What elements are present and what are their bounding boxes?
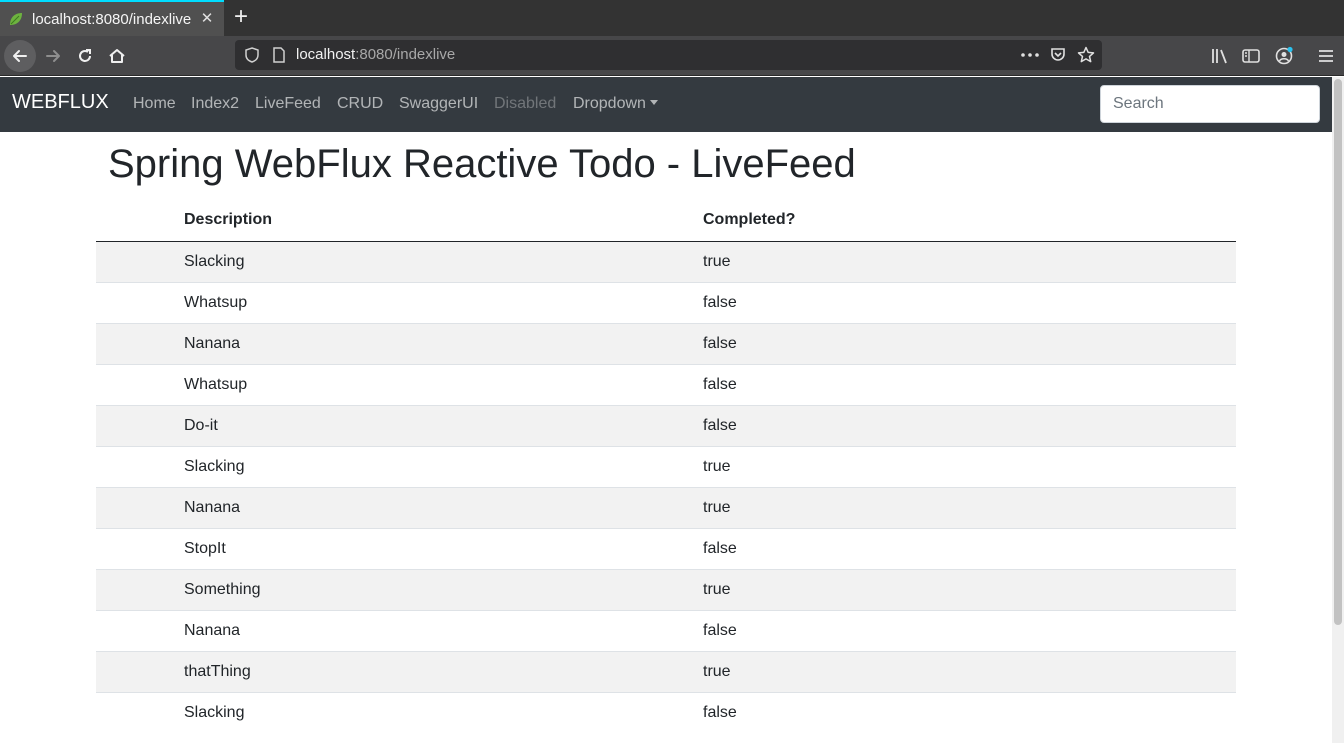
new-tab-icon[interactable]: + bbox=[230, 5, 252, 29]
home-icon[interactable] bbox=[101, 40, 133, 72]
nav-link-home[interactable]: Home bbox=[133, 95, 176, 113]
url-host: localhost bbox=[296, 46, 356, 63]
reload-icon[interactable] bbox=[69, 40, 101, 72]
sidebar-icon[interactable] bbox=[1241, 46, 1261, 66]
table-row: Nanana true bbox=[96, 486, 1236, 528]
table-row: Something true bbox=[96, 568, 1236, 610]
browser-toolbar: localhost:8080/indexlive bbox=[0, 36, 1344, 76]
cell-description: Nanana bbox=[184, 322, 703, 364]
caret-down-icon bbox=[649, 100, 658, 105]
cell-description: Nanana bbox=[184, 486, 703, 528]
cell-completed: false bbox=[703, 404, 1236, 446]
nav-dropdown-label: Dropdown bbox=[573, 95, 646, 112]
cell-description: thatThing bbox=[184, 650, 703, 692]
table-row: Slacking true bbox=[96, 240, 1236, 282]
scrollbar-thumb[interactable] bbox=[1334, 79, 1342, 625]
nav-link-disabled: Disabled bbox=[494, 95, 557, 112]
cell-completed: true bbox=[703, 486, 1236, 528]
forward-icon[interactable] bbox=[37, 40, 69, 72]
account-icon[interactable] bbox=[1274, 46, 1294, 66]
nav-link-crud[interactable]: CRUD bbox=[337, 95, 383, 113]
spring-leaf-icon bbox=[8, 11, 24, 27]
table-row: StopIt false bbox=[96, 527, 1236, 569]
table-row: Nanana false bbox=[96, 322, 1236, 364]
column-header-completed: Completed? bbox=[703, 200, 1236, 242]
url-bar[interactable]: localhost:8080/indexlive bbox=[235, 40, 1102, 70]
cell-description: StopIt bbox=[184, 527, 703, 569]
shield-icon[interactable] bbox=[243, 46, 261, 64]
cell-completed: false bbox=[703, 691, 1236, 733]
cell-completed: true bbox=[703, 445, 1236, 487]
library-icon[interactable] bbox=[1210, 46, 1230, 66]
table-row: Whatsup false bbox=[96, 363, 1236, 405]
cell-description: Slacking bbox=[184, 691, 703, 733]
cell-description: Whatsup bbox=[184, 281, 703, 323]
todo-table: Description Completed? Slacking true What… bbox=[96, 200, 1236, 733]
table-row: thatThing true bbox=[96, 650, 1236, 692]
cell-description: Nanana bbox=[184, 609, 703, 651]
cell-completed: false bbox=[703, 281, 1236, 323]
page-scrollbar[interactable] bbox=[1332, 77, 1344, 743]
cell-description: Slacking bbox=[184, 445, 703, 487]
table-header-spacer bbox=[96, 200, 184, 242]
cell-description: Slacking bbox=[184, 240, 703, 282]
table-header-row: Description Completed? bbox=[96, 200, 1236, 242]
browser-tab[interactable]: localhost:8080/indexlive ✕ bbox=[0, 0, 224, 36]
cell-description: Do-it bbox=[184, 404, 703, 446]
column-header-description: Description bbox=[184, 200, 703, 242]
back-icon[interactable] bbox=[4, 40, 36, 72]
cell-completed: true bbox=[703, 568, 1236, 610]
cell-completed: false bbox=[703, 609, 1236, 651]
cell-description: Whatsup bbox=[184, 363, 703, 405]
url-path: :8080/indexlive bbox=[355, 46, 456, 63]
page-icon[interactable] bbox=[270, 46, 288, 64]
nav-link-index2[interactable]: Index2 bbox=[191, 95, 239, 113]
url-text: localhost:8080/indexlive bbox=[296, 46, 455, 63]
more-actions-icon[interactable] bbox=[1021, 46, 1039, 64]
table-row: Slacking true bbox=[96, 445, 1236, 487]
cell-description: Something bbox=[184, 568, 703, 610]
cell-completed: false bbox=[703, 322, 1236, 364]
bookmark-star-icon[interactable] bbox=[1077, 46, 1095, 64]
table-row: Slacking false bbox=[96, 691, 1236, 733]
cell-completed: false bbox=[703, 363, 1236, 405]
cell-completed: true bbox=[703, 240, 1236, 282]
browser-tab-bar: localhost:8080/indexlive ✕ + bbox=[0, 0, 1344, 36]
table-row: Do-it false bbox=[96, 404, 1236, 446]
close-tab-icon[interactable]: ✕ bbox=[198, 10, 216, 28]
pocket-icon[interactable] bbox=[1049, 46, 1067, 64]
table-row: Nanana false bbox=[96, 609, 1236, 651]
cell-completed: true bbox=[703, 650, 1236, 692]
cell-completed: false bbox=[703, 527, 1236, 569]
nav-dropdown[interactable]: Dropdown bbox=[573, 95, 658, 113]
hamburger-menu-icon[interactable] bbox=[1316, 46, 1336, 66]
nav-link-livefeed[interactable]: LiveFeed bbox=[255, 95, 321, 113]
app-navbar: WEBFLUX Home Index2 LiveFeed CRUD Swagge… bbox=[0, 77, 1332, 132]
nav-link-swaggerui[interactable]: SwaggerUI bbox=[399, 95, 478, 113]
search-input[interactable] bbox=[1100, 85, 1320, 123]
navbar-brand[interactable]: WEBFLUX bbox=[12, 91, 109, 114]
page-title: Spring WebFlux Reactive Todo - LiveFeed bbox=[108, 142, 856, 186]
tab-title: localhost:8080/indexlive bbox=[32, 10, 192, 28]
table-row: Whatsup false bbox=[96, 281, 1236, 323]
